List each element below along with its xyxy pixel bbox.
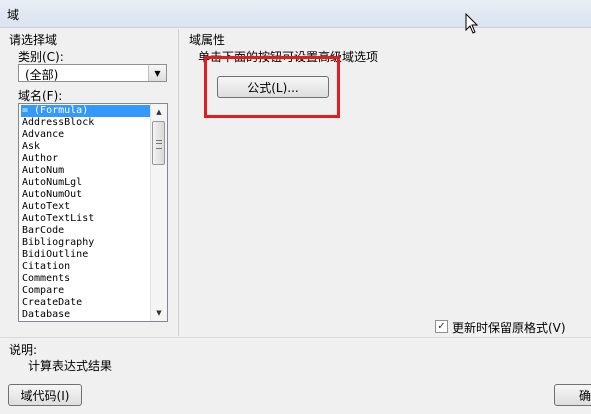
field-list-item[interactable]: AddressBlock: [21, 117, 151, 129]
field-list-item[interactable]: Database: [21, 309, 151, 321]
list-scrollbar[interactable]: ▲ ▼: [150, 104, 167, 321]
category-value: (全部): [25, 68, 59, 82]
title-bar: 域: [0, 0, 591, 28]
field-list-item[interactable]: AutoTextList: [21, 213, 151, 225]
field-list-item[interactable]: AutoText: [21, 201, 151, 213]
field-codes-button[interactable]: 域代码(I): [8, 384, 82, 406]
category-label: 类别(C):: [18, 50, 64, 64]
field-list-item[interactable]: AutoNumLgl: [21, 177, 151, 189]
field-list-item[interactable]: BarCode: [21, 225, 151, 237]
field-list-item[interactable]: AutoNum: [21, 165, 151, 177]
field-list-item[interactable]: Comments: [21, 273, 151, 285]
field-names-label: 域名(F):: [18, 89, 63, 103]
scroll-up-arrow-icon[interactable]: ▲: [151, 104, 167, 120]
field-list-item[interactable]: BidiOutline: [21, 249, 151, 261]
description-text: 计算表达式结果: [28, 359, 113, 373]
field-list-item[interactable]: Citation: [21, 261, 151, 273]
field-properties-heading: 域属性: [189, 33, 226, 47]
ok-button[interactable]: 确: [554, 384, 591, 406]
pane-divider: [178, 29, 179, 336]
field-list-item[interactable]: AutoNumOut: [21, 189, 151, 201]
category-dropdown[interactable]: (全部) ▼: [18, 64, 167, 82]
annotation-highlight-box: [204, 56, 340, 118]
preserve-formatting-label[interactable]: 更新时保留原格式(V): [452, 319, 566, 336]
field-list-item[interactable]: Ask: [21, 141, 151, 153]
description-label: 说明:: [9, 343, 38, 357]
mouse-cursor-icon: [465, 13, 479, 34]
scroll-down-arrow-icon[interactable]: ▼: [151, 305, 167, 321]
preserve-formatting-checkbox[interactable]: ✓: [435, 320, 448, 333]
field-list-item[interactable]: Compare: [21, 285, 151, 297]
select-field-heading: 请选择域: [9, 33, 58, 47]
field-names-list[interactable]: = (Formula) AddressBlock Advance Ask Author A…: [18, 103, 168, 322]
field-list-item[interactable]: Bibliography: [21, 237, 151, 249]
dropdown-arrow-icon[interactable]: ▼: [148, 65, 166, 81]
field-list-item[interactable]: Advance: [21, 129, 151, 141]
field-list-item[interactable]: CreateDate: [21, 297, 151, 309]
field-list-item[interactable]: Author: [21, 153, 151, 165]
field-list-item[interactable]: = (Formula): [21, 105, 151, 117]
window-title: 域: [7, 8, 20, 22]
description-divider: [0, 337, 591, 338]
scroll-thumb[interactable]: [152, 121, 165, 165]
